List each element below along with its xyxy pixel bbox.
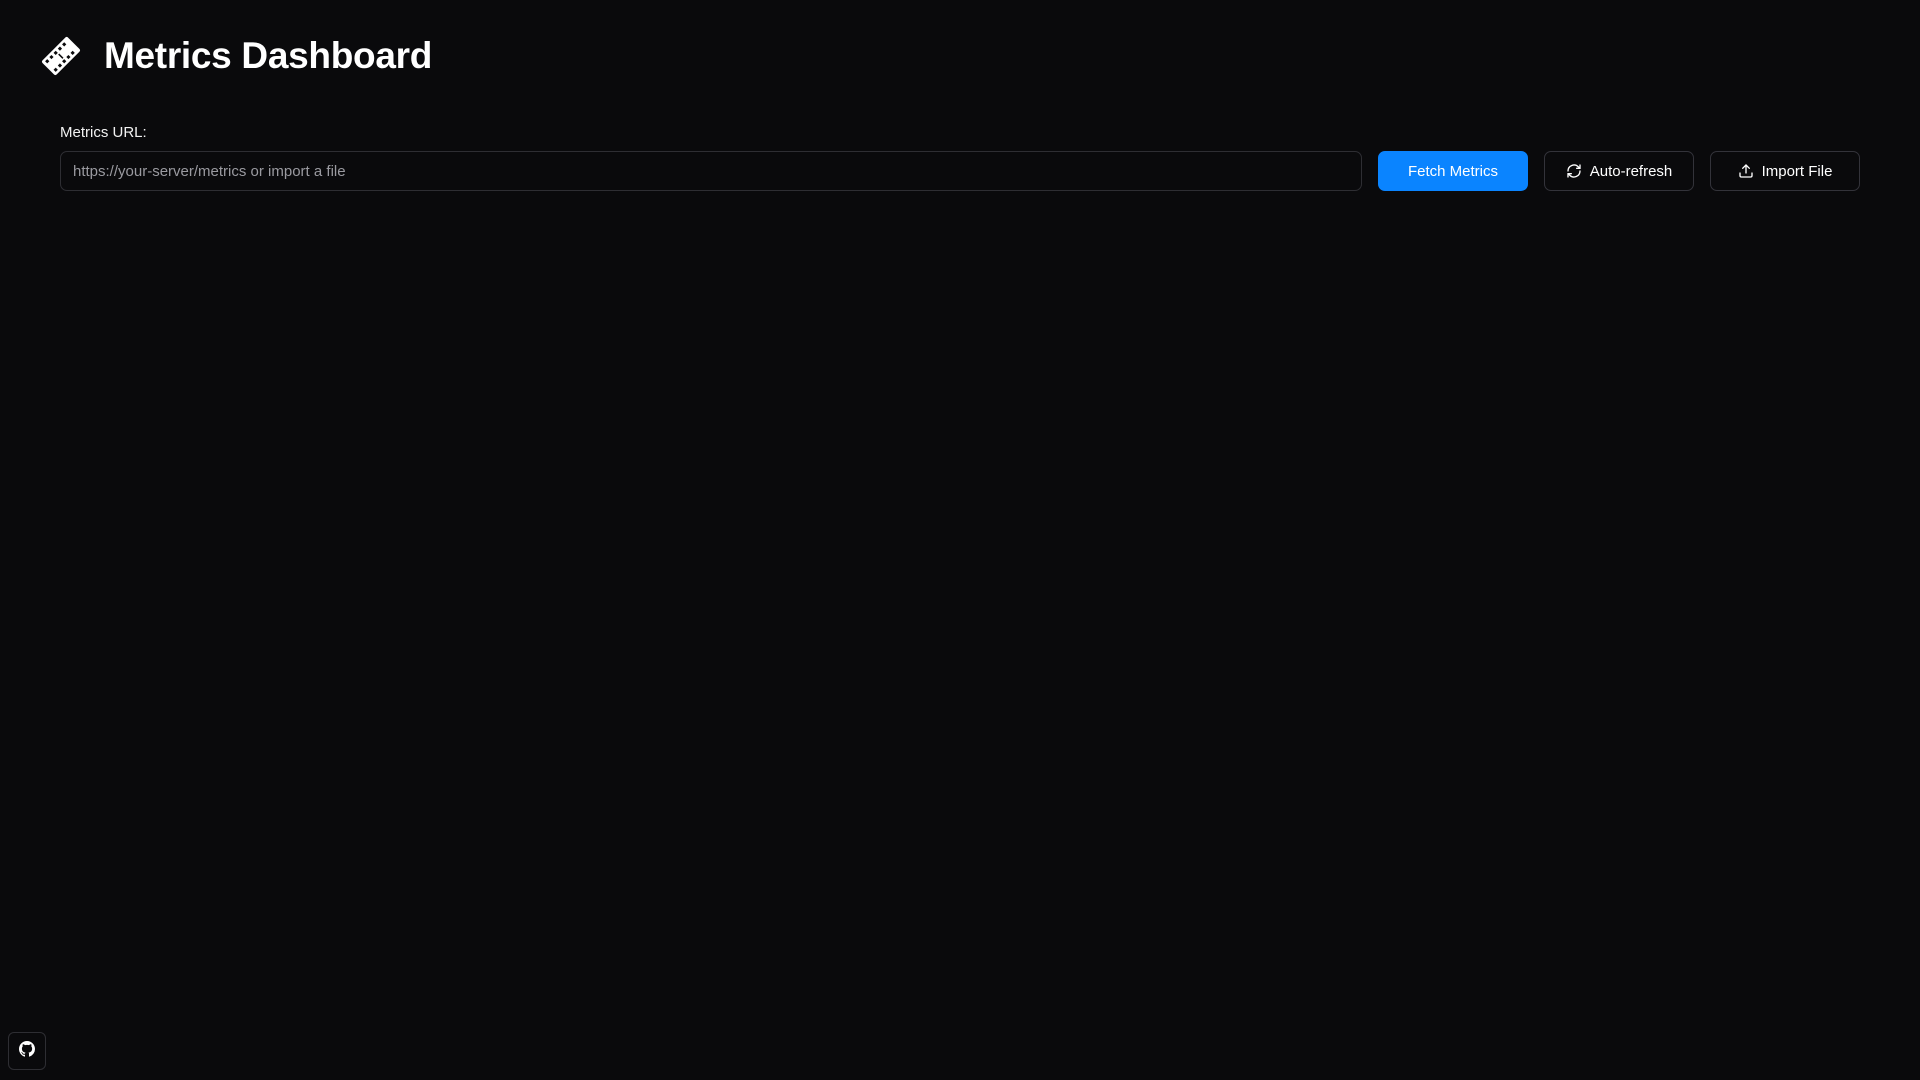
url-label: Metrics URL: xyxy=(60,124,147,141)
dashboard-page: Metrics Dashboard Metrics URL: Fetch Met… xyxy=(0,0,1920,1080)
metrics-controls: Metrics URL: Fetch Metrics Auto-refresh xyxy=(60,124,1860,191)
fetch-metrics-label: Fetch Metrics xyxy=(1407,162,1498,180)
page-title: Metrics Dashboard xyxy=(104,35,432,76)
upload-icon xyxy=(1738,163,1754,179)
header: Metrics Dashboard xyxy=(38,30,432,82)
import-file-button[interactable]: Import File xyxy=(1710,151,1860,191)
auto-refresh-label: Auto-refresh xyxy=(1589,162,1673,180)
github-link-button[interactable] xyxy=(8,1032,46,1070)
film-icon xyxy=(38,33,84,79)
controls-row: Fetch Metrics Auto-refresh xyxy=(60,151,1860,191)
import-file-label: Import File xyxy=(1761,162,1833,180)
fetch-metrics-button[interactable]: Fetch Metrics xyxy=(1378,151,1528,191)
metrics-url-input[interactable] xyxy=(60,151,1362,191)
refresh-icon xyxy=(1566,163,1582,179)
auto-refresh-button[interactable]: Auto-refresh xyxy=(1544,151,1694,191)
github-icon xyxy=(19,1040,35,1062)
